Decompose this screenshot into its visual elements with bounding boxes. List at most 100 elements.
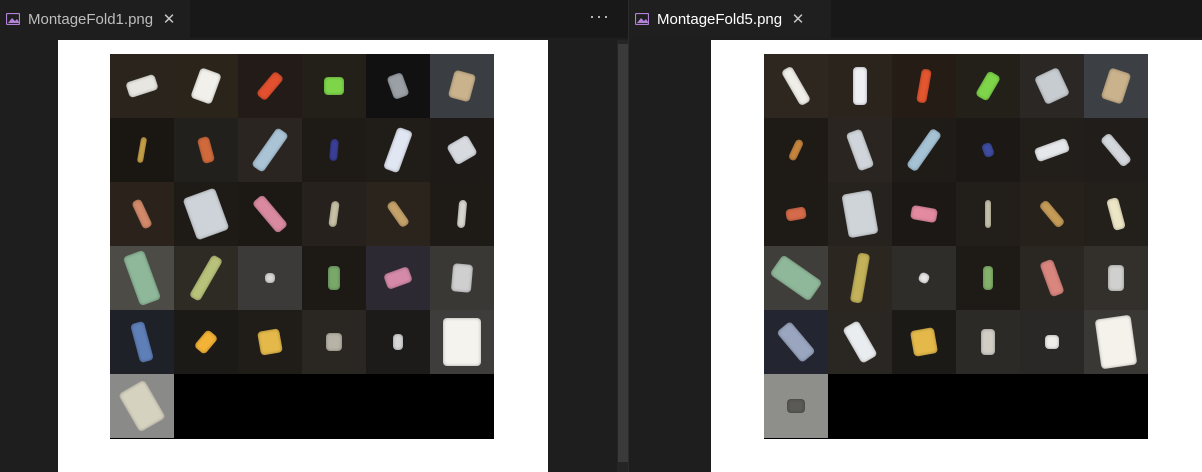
montage-tile — [956, 54, 1020, 118]
montage-image-right — [764, 54, 1148, 439]
waste-object — [446, 134, 478, 166]
waste-object — [849, 252, 871, 304]
montage-tile — [956, 374, 1020, 438]
montage-tile — [366, 118, 430, 182]
montage-tile — [892, 54, 956, 118]
montage-tile — [238, 54, 302, 118]
montage-tile — [1020, 54, 1084, 118]
montage-tile — [110, 374, 174, 438]
waste-object — [131, 198, 153, 230]
waste-object — [324, 77, 344, 95]
waste-object — [136, 136, 148, 164]
tab-montagefold5[interactable]: MontageFold5.png ✕ — [629, 0, 831, 38]
montage-tile — [956, 182, 1020, 246]
montage-tile — [302, 54, 366, 118]
waste-object — [257, 328, 283, 356]
montage-tile — [174, 182, 238, 246]
montage-tile — [1084, 182, 1148, 246]
montage-tile — [1020, 118, 1084, 182]
waste-object — [1045, 335, 1059, 349]
tab-bar-right: MontageFold5.png ✕ — [629, 0, 1202, 38]
waste-object — [443, 318, 481, 366]
montage-tile — [892, 182, 956, 246]
montage-tile — [1084, 310, 1148, 374]
waste-object — [842, 320, 878, 364]
waste-object — [265, 273, 275, 283]
waste-object — [1108, 265, 1124, 291]
montage-tile — [828, 374, 892, 438]
montage-tile — [1084, 374, 1148, 438]
montage-tile — [238, 182, 302, 246]
montage-tile — [764, 374, 828, 438]
waste-object — [125, 73, 159, 99]
waste-object — [193, 329, 219, 355]
montage-tile — [1020, 310, 1084, 374]
montage-tile — [174, 54, 238, 118]
more-actions-icon[interactable]: ··· — [589, 6, 610, 27]
waste-object — [909, 327, 939, 357]
waste-object — [450, 263, 474, 293]
waste-object — [251, 127, 289, 173]
montage-image-left — [110, 54, 494, 439]
waste-object — [1106, 196, 1126, 232]
montage-tile — [238, 374, 302, 438]
montage-tile — [892, 246, 956, 310]
image-canvas-right — [711, 40, 1202, 472]
scrollbar-thumb[interactable] — [618, 44, 628, 462]
waste-object — [1100, 67, 1132, 105]
montage-tile — [238, 246, 302, 310]
waste-object — [985, 200, 991, 228]
waste-object — [196, 135, 216, 165]
waste-object — [382, 126, 414, 174]
waste-object — [190, 67, 222, 105]
montage-tile — [828, 118, 892, 182]
montage-tile — [764, 118, 828, 182]
montage-tile — [1020, 182, 1084, 246]
montage-tile — [430, 310, 494, 374]
montage-tile — [110, 54, 174, 118]
waste-object — [983, 266, 993, 290]
montage-tile — [174, 118, 238, 182]
waste-object — [917, 271, 931, 285]
waste-object — [1038, 199, 1066, 229]
montage-tile — [764, 246, 828, 310]
montage-tile — [764, 310, 828, 374]
waste-object — [329, 138, 339, 162]
montage-tile — [366, 54, 430, 118]
montage-tile — [110, 246, 174, 310]
montage-tile — [1020, 246, 1084, 310]
tab-montagefold1[interactable]: MontageFold1.png ✕ — [0, 0, 190, 38]
montage-tile — [302, 182, 366, 246]
montage-tile — [302, 374, 366, 438]
montage-tile — [430, 182, 494, 246]
waste-object — [841, 189, 879, 239]
montage-tile — [366, 310, 430, 374]
close-icon[interactable]: ✕ — [791, 10, 805, 28]
waste-object — [182, 187, 230, 241]
montage-tile — [366, 374, 430, 438]
image-viewer-workbench: MontageFold1.png ✕ ··· MontageFold5.png … — [0, 0, 1202, 472]
montage-tile — [174, 310, 238, 374]
montage-tile — [828, 54, 892, 118]
waste-object — [251, 194, 289, 234]
waste-object — [255, 70, 285, 102]
waste-object — [776, 320, 816, 364]
image-canvas-left — [58, 40, 548, 472]
waste-object — [130, 320, 154, 364]
montage-tile — [892, 310, 956, 374]
waste-object — [122, 249, 162, 307]
montage-tile — [430, 118, 494, 182]
montage-tile — [956, 246, 1020, 310]
montage-tile — [302, 118, 366, 182]
waste-object — [787, 138, 805, 162]
close-icon[interactable]: ✕ — [162, 10, 176, 28]
montage-tile — [956, 118, 1020, 182]
editor-group-right: MontageFold5.png ✕ — [629, 0, 1202, 472]
waste-object — [447, 69, 477, 103]
waste-object — [386, 71, 410, 101]
waste-object — [974, 70, 1002, 102]
waste-object — [780, 65, 812, 107]
montage-tile — [1084, 118, 1148, 182]
montage-tile — [238, 310, 302, 374]
tab-label: MontageFold5.png — [657, 10, 783, 28]
